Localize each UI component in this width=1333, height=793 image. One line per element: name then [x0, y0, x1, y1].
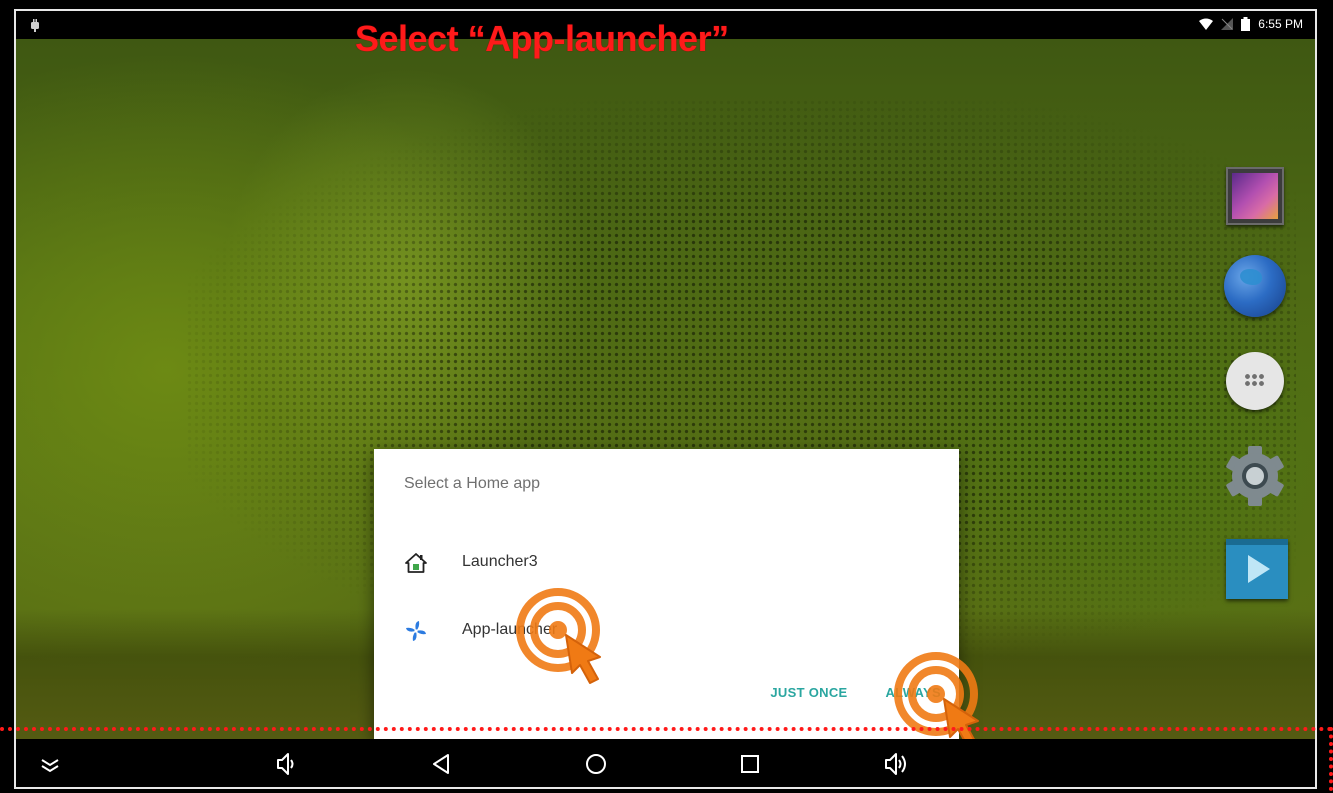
just-once-button[interactable]: JUST ONCE — [766, 681, 851, 704]
gallery-icon[interactable] — [1222, 163, 1286, 227]
tap-indicator-icon — [516, 588, 601, 684]
home-icon[interactable] — [578, 748, 614, 780]
wifi-icon — [1199, 18, 1214, 30]
back-icon[interactable] — [424, 748, 460, 780]
volume-down-icon[interactable] — [268, 748, 304, 780]
volume-up-icon[interactable] — [880, 748, 916, 780]
option-app-launcher[interactable]: App-launcher — [374, 601, 959, 661]
dialog-title: Select a Home app — [404, 475, 541, 492]
home-icon — [405, 553, 427, 573]
navigation-bar — [16, 739, 1315, 787]
all-apps-icon[interactable] — [1222, 348, 1286, 412]
status-time: 6:55 PM — [1258, 17, 1303, 31]
status-icons: 6:55 PM — [1199, 17, 1303, 31]
play-store-icon[interactable] — [1222, 533, 1288, 599]
hide-bar-icon[interactable] — [32, 748, 68, 780]
battery-icon — [1241, 17, 1251, 31]
settings-icon[interactable] — [1222, 443, 1286, 507]
recents-icon[interactable] — [732, 748, 768, 780]
home-app-chooser-dialog: Select a Home app Launcher3 App-launcher — [374, 449, 959, 739]
option-label: Launcher3 — [462, 553, 538, 570]
pinwheel-icon — [406, 621, 426, 641]
browser-icon[interactable] — [1222, 253, 1286, 317]
android-debug-icon — [31, 19, 39, 32]
device-screen: 6:55 PM Select a Home app Launcher3 App-… — [14, 9, 1317, 789]
option-launcher3[interactable]: Launcher3 — [374, 533, 959, 593]
instruction-annotation: Select “App-launcher” — [355, 18, 729, 59]
signal-icon — [1221, 18, 1234, 30]
